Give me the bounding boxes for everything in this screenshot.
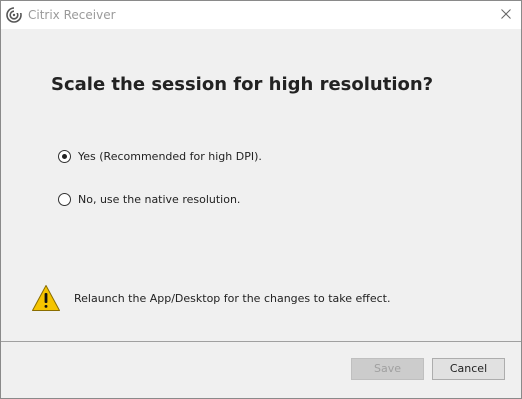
radio-button-no[interactable] [58, 192, 71, 206]
dialog-heading: Scale the session for high resolution? [51, 74, 434, 95]
warning-message: Relaunch the App/Desktop for the changes… [74, 292, 391, 305]
radio-label-no: No, use the native resolution. [78, 192, 241, 206]
close-button[interactable] [491, 1, 521, 29]
window-title: Citrix Receiver [28, 8, 116, 22]
citrix-receiver-dialog: Citrix Receiver Scale the session for hi… [0, 0, 522, 399]
save-button[interactable]: Save [351, 358, 424, 380]
close-icon [501, 9, 511, 19]
cancel-button[interactable]: Cancel [432, 358, 505, 380]
dialog-content: Scale the session for high resolution? Y… [1, 29, 521, 341]
radio-option-no[interactable]: No, use the native resolution. [58, 190, 240, 208]
title-bar: Citrix Receiver [1, 1, 521, 29]
citrix-receiver-icon [6, 7, 22, 23]
warning-icon [31, 284, 61, 312]
dialog-footer: Save Cancel [1, 342, 521, 398]
radio-option-yes[interactable]: Yes (Recommended for high DPI). [58, 147, 262, 165]
radio-label-yes: Yes (Recommended for high DPI). [78, 149, 262, 163]
radio-button-yes[interactable] [58, 149, 71, 163]
